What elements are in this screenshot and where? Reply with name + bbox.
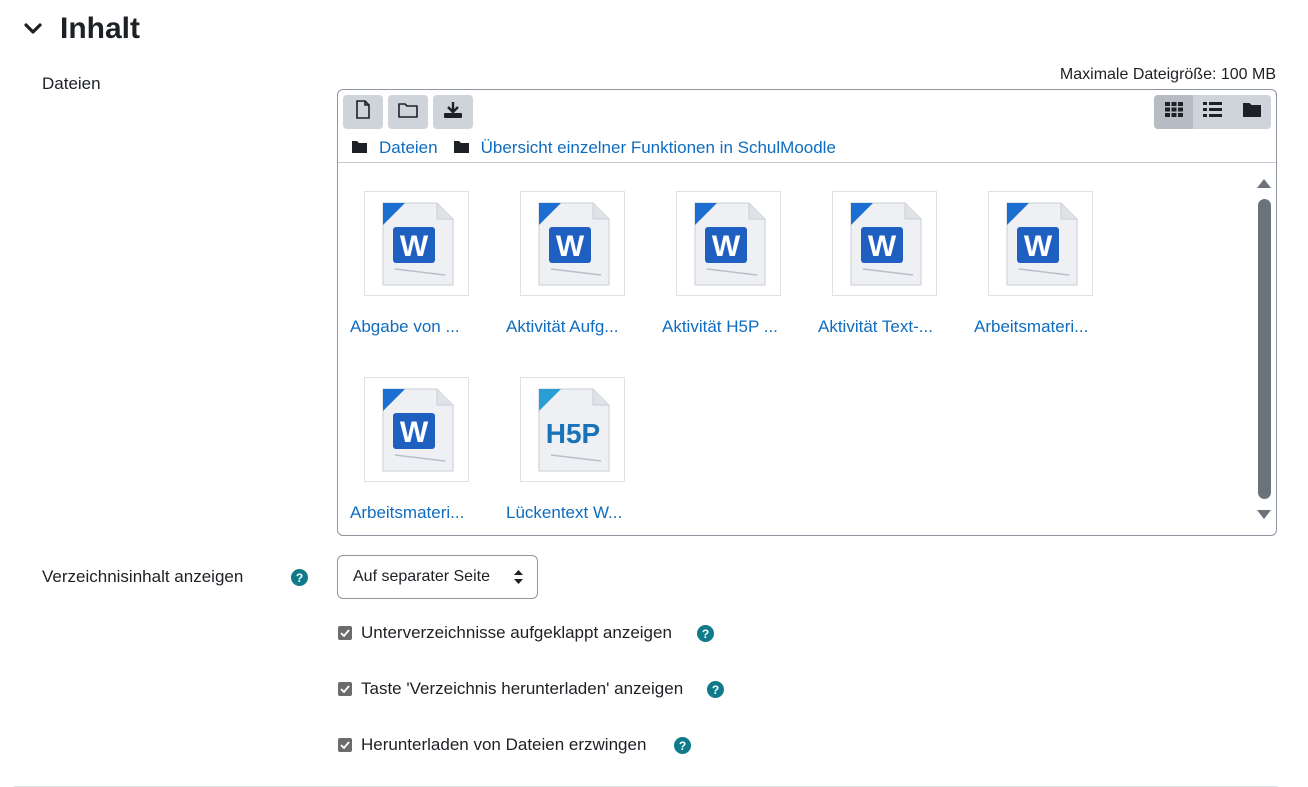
show-expanded-label[interactable]: Unterverzeichnisse aufgeklappt anzeigen bbox=[361, 623, 672, 643]
max-file-size: Maximale Dateigröße: 100 MB bbox=[1059, 66, 1276, 83]
help-icon[interactable]: ? bbox=[707, 681, 724, 698]
scroll-down-icon[interactable] bbox=[1257, 507, 1271, 525]
file-manager-toolbar: Dateien Übersicht einzelner Funktionen i… bbox=[338, 90, 1276, 163]
grid-view-button[interactable] bbox=[1154, 95, 1193, 129]
download-all-button[interactable] bbox=[433, 95, 473, 129]
help-glyph: ? bbox=[711, 682, 720, 697]
word-file-icon: W bbox=[364, 377, 469, 482]
show-download-button-checkbox[interactable] bbox=[338, 682, 352, 696]
svg-text:W: W bbox=[1023, 230, 1052, 263]
file-name[interactable]: Abgabe von ... bbox=[350, 317, 488, 337]
chevron-down-icon[interactable] bbox=[22, 18, 44, 40]
svg-text:W: W bbox=[399, 416, 428, 449]
file-manager: Dateien Übersicht einzelner Funktionen i… bbox=[337, 89, 1277, 536]
sort-caret-icon bbox=[514, 569, 523, 590]
help-glyph: ? bbox=[678, 738, 687, 753]
svg-text:H5P: H5P bbox=[545, 418, 599, 449]
folder-icon bbox=[352, 138, 367, 158]
word-file-icon: W bbox=[832, 191, 937, 296]
section-title: Inhalt bbox=[60, 12, 140, 45]
help-icon[interactable]: ? bbox=[697, 625, 714, 642]
word-file-icon: W bbox=[520, 191, 625, 296]
files-label: Dateien bbox=[42, 74, 101, 93]
create-folder-button[interactable] bbox=[388, 95, 428, 129]
file-name[interactable]: Aktivität Text-... bbox=[818, 317, 956, 337]
force-download-checkbox[interactable] bbox=[338, 738, 352, 752]
download-icon bbox=[443, 101, 463, 124]
add-file-button[interactable] bbox=[343, 95, 383, 129]
word-file-icon: W bbox=[676, 191, 781, 296]
checkmark-icon bbox=[340, 680, 350, 698]
section-header: Inhalt bbox=[22, 12, 140, 46]
file-name[interactable]: Arbeitsmateri... bbox=[974, 317, 1112, 337]
file-icon bbox=[355, 100, 371, 124]
checkmark-icon bbox=[340, 736, 350, 754]
grid-view-icon bbox=[1164, 102, 1183, 122]
help-glyph: ? bbox=[701, 626, 710, 641]
help-icon[interactable]: ? bbox=[291, 569, 308, 586]
list-view-button[interactable] bbox=[1193, 95, 1232, 129]
file-name[interactable]: Aktivität Aufg... bbox=[506, 317, 644, 337]
folder-icon bbox=[453, 138, 469, 158]
h5p-file-icon: H5P bbox=[520, 377, 625, 482]
scroll-up-icon[interactable] bbox=[1257, 175, 1271, 193]
display-label: Verzeichnisinhalt anzeigen bbox=[42, 567, 244, 586]
folder-icon bbox=[398, 102, 418, 123]
svg-text:W: W bbox=[399, 230, 428, 263]
svg-text:W: W bbox=[867, 230, 896, 263]
scrollbar[interactable] bbox=[1252, 163, 1276, 535]
file-grid: W Abgabe von ... W Aktivität Aufg... W A… bbox=[338, 163, 1276, 535]
view-switcher bbox=[1154, 95, 1271, 129]
svg-text:W: W bbox=[555, 230, 584, 263]
list-view-icon bbox=[1203, 102, 1222, 122]
tree-view-icon bbox=[1242, 102, 1261, 122]
breadcrumb-root-link[interactable]: Dateien bbox=[379, 138, 438, 158]
tree-view-button[interactable] bbox=[1232, 95, 1271, 129]
file-name[interactable]: Aktivität H5P ... bbox=[662, 317, 800, 337]
help-glyph: ? bbox=[295, 570, 304, 585]
word-file-icon: W bbox=[988, 191, 1093, 296]
show-download-button-label[interactable]: Taste 'Verzeichnis herunterladen' anzeig… bbox=[361, 679, 683, 699]
word-file-icon: W bbox=[364, 191, 469, 296]
file-name[interactable]: Arbeitsmateri... bbox=[350, 503, 488, 523]
breadcrumb-current-link[interactable]: Übersicht einzelner Funktionen in SchulM… bbox=[481, 138, 836, 158]
force-download-label[interactable]: Herunterladen von Dateien erzwingen bbox=[361, 735, 646, 755]
show-expanded-checkbox[interactable] bbox=[338, 626, 352, 640]
display-select[interactable]: Auf separater Seite bbox=[337, 555, 538, 599]
checkmark-icon bbox=[340, 624, 350, 642]
breadcrumb: Dateien Übersicht einzelner Funktionen i… bbox=[352, 138, 852, 158]
file-name[interactable]: Lückentext W... bbox=[506, 503, 644, 523]
display-select-value: Auf separater Seite bbox=[353, 568, 490, 585]
svg-text:W: W bbox=[711, 230, 740, 263]
help-icon[interactable]: ? bbox=[674, 737, 691, 754]
scrollbar-thumb[interactable] bbox=[1258, 199, 1271, 499]
